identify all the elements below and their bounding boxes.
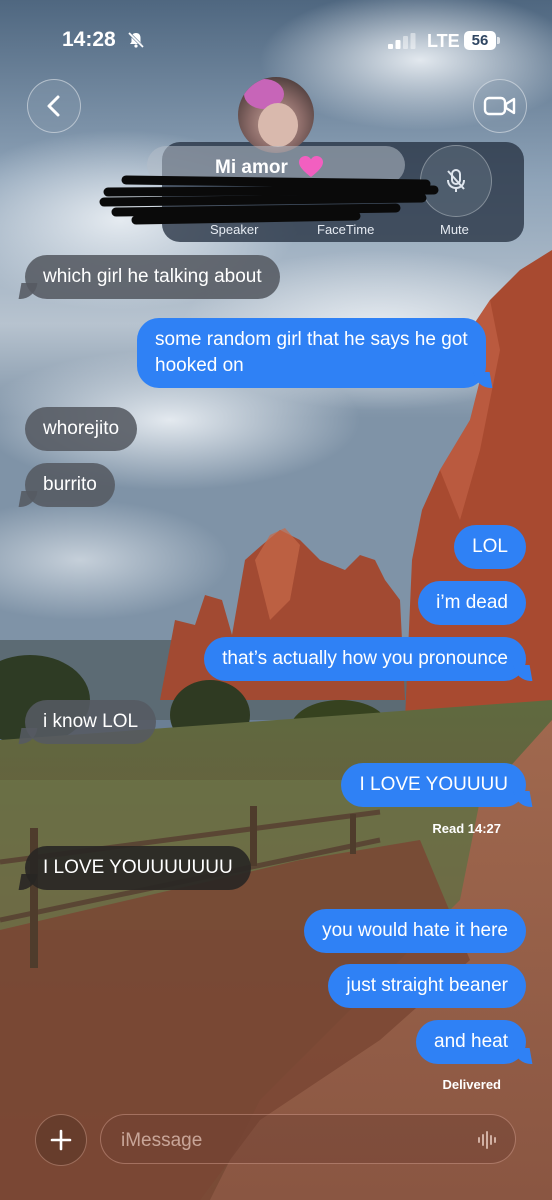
avatar[interactable]	[238, 77, 314, 153]
battery-icon: 56	[464, 31, 500, 50]
imessage-composer[interactable]	[100, 1114, 516, 1164]
message-outgoing[interactable]: that’s actually how you pronounce	[204, 637, 526, 681]
bell-off-icon	[127, 31, 145, 49]
message-incoming[interactable]: whorejito	[25, 407, 138, 451]
message-outgoing[interactable]: some random girl that he says he got hoo…	[137, 318, 486, 388]
network-label: LTE	[427, 31, 460, 51]
status-time: 14:28	[62, 28, 116, 51]
facetime-button[interactable]: FaceTime	[317, 222, 374, 237]
video-camera-icon	[483, 96, 516, 116]
back-button[interactable]	[27, 79, 81, 133]
message-incoming[interactable]: i know LOL	[25, 700, 157, 744]
message-incoming[interactable]: which girl he talking about	[25, 255, 280, 299]
apps-plus-button[interactable]	[35, 1114, 87, 1166]
message-incoming[interactable]: burrito	[25, 463, 115, 507]
read-receipt: Read 14:27	[432, 821, 501, 836]
message-outgoing[interactable]: i’m dead	[418, 581, 526, 625]
chevron-left-icon	[47, 95, 60, 117]
waveform-icon[interactable]	[477, 1130, 499, 1150]
message-outgoing[interactable]: I LOVE YOUUUU	[341, 763, 526, 807]
plus-icon	[50, 1129, 72, 1151]
speaker-button[interactable]: Speaker	[210, 222, 258, 237]
cellular-signal-icon	[388, 33, 416, 49]
message-incoming[interactable]: I LOVE YOUUUUUUU	[25, 846, 251, 890]
delivered-receipt: Delivered	[442, 1077, 501, 1092]
battery-level: 56	[471, 32, 489, 49]
message-outgoing[interactable]: just straight beaner	[328, 964, 526, 1008]
facetime-video-button[interactable]	[473, 79, 527, 133]
message-outgoing[interactable]: LOL	[454, 525, 526, 569]
message-outgoing[interactable]: you would hate it here	[304, 909, 526, 953]
redaction-scribble	[99, 175, 439, 225]
mute-label: Mute	[440, 222, 469, 237]
message-input[interactable]	[119, 1127, 463, 1155]
message-outgoing[interactable]: and heat	[416, 1020, 526, 1064]
microphone-slash-icon	[447, 169, 465, 192]
